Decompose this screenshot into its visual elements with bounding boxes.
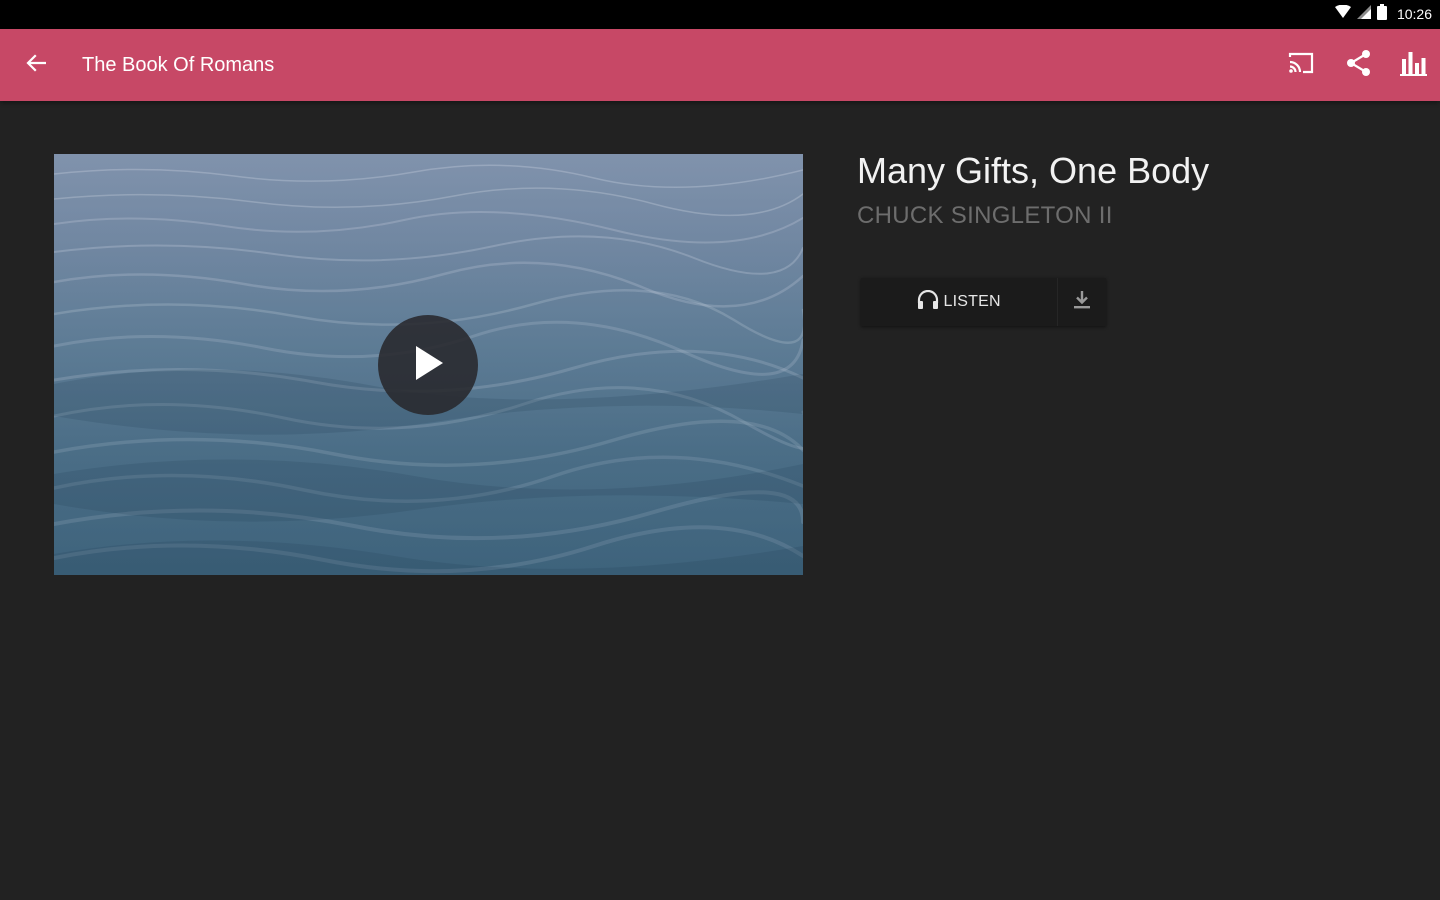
cast-icon xyxy=(1287,51,1315,80)
download-icon xyxy=(1073,290,1091,315)
headphones-icon xyxy=(917,289,939,315)
app-bar: The Book Of Romans xyxy=(0,29,1440,101)
cast-button[interactable] xyxy=(1283,47,1319,83)
listen-button[interactable]: LISTEN xyxy=(861,278,1057,326)
bar-chart-icon xyxy=(1399,50,1427,81)
video-thumbnail[interactable] xyxy=(54,154,803,575)
battery-icon xyxy=(1376,3,1387,25)
back-arrow-icon xyxy=(26,53,47,77)
cell-signal-icon xyxy=(1356,4,1371,24)
share-icon xyxy=(1345,49,1373,82)
stats-button[interactable] xyxy=(1395,47,1431,83)
play-button[interactable] xyxy=(378,315,478,415)
speaker-name: CHUCK SINGLETON II xyxy=(857,202,1113,229)
back-button[interactable] xyxy=(18,47,54,83)
status-time: 10:26 xyxy=(1396,6,1432,22)
status-icons: 10:26 xyxy=(1334,3,1432,25)
play-icon xyxy=(410,343,446,388)
wifi-icon xyxy=(1334,4,1351,24)
share-button[interactable] xyxy=(1341,47,1377,83)
status-bar: 10:26 xyxy=(0,0,1440,29)
download-button[interactable] xyxy=(1057,278,1106,326)
message-title: Many Gifts, One Body xyxy=(857,150,1210,191)
media-actions: LISTEN xyxy=(861,278,1106,326)
listen-label: LISTEN xyxy=(943,293,1001,310)
app-bar-title: The Book Of Romans xyxy=(82,54,275,76)
